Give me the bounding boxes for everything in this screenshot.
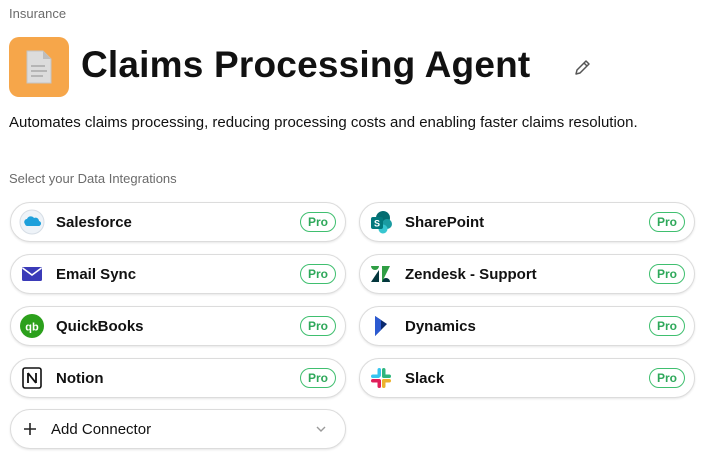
integration-label: Salesforce xyxy=(56,213,132,231)
pro-badge: Pro xyxy=(299,368,336,388)
pro-badge: Pro xyxy=(648,368,685,388)
category-label: Insurance xyxy=(9,6,67,21)
add-connector-label: Add Connector xyxy=(51,420,152,438)
email-icon xyxy=(19,261,45,287)
pro-badge: Pro xyxy=(648,212,685,232)
integration-label: Email Sync xyxy=(56,265,137,283)
integration-label: QuickBooks xyxy=(56,317,144,335)
integrations-section-label: Select your Data Integrations xyxy=(9,171,177,186)
zendesk-icon xyxy=(368,261,394,287)
integration-label: Slack xyxy=(405,369,445,387)
integration-label: Zendesk - Support xyxy=(405,265,537,283)
integration-quickbooks[interactable]: qb QuickBooks Pro xyxy=(10,306,346,346)
pro-badge: Pro xyxy=(299,264,336,284)
agent-description: Automates claims processing, reducing pr… xyxy=(9,114,638,131)
integration-dynamics[interactable]: Dynamics Pro xyxy=(359,306,695,346)
chevron-down-icon xyxy=(316,426,326,432)
svg-text:qb: qb xyxy=(25,322,39,334)
pro-badge: Pro xyxy=(648,316,685,336)
svg-text:S: S xyxy=(374,219,380,229)
integration-slack[interactable]: Slack Pro xyxy=(359,358,695,398)
integration-sharepoint[interactable]: S SharePoint Pro xyxy=(359,202,695,242)
pencil-icon[interactable] xyxy=(573,57,593,77)
pro-badge: Pro xyxy=(648,264,685,284)
notion-icon xyxy=(19,365,45,391)
slack-icon xyxy=(368,365,394,391)
integration-email-sync[interactable]: Email Sync Pro xyxy=(10,254,346,294)
salesforce-icon xyxy=(19,209,45,235)
integration-label: Dynamics xyxy=(405,317,476,335)
plus-icon xyxy=(24,423,36,435)
dynamics-icon xyxy=(368,313,394,339)
agent-document-icon xyxy=(9,37,69,97)
integration-notion[interactable]: Notion Pro xyxy=(10,358,346,398)
pro-badge: Pro xyxy=(299,316,336,336)
add-connector-dropdown[interactable]: Add Connector xyxy=(10,409,346,449)
integration-label: Notion xyxy=(56,369,104,387)
integration-zendesk[interactable]: Zendesk - Support Pro xyxy=(359,254,695,294)
quickbooks-icon: qb xyxy=(19,313,45,339)
page-title: Claims Processing Agent xyxy=(81,44,531,85)
pro-badge: Pro xyxy=(299,212,336,232)
sharepoint-icon: S xyxy=(368,209,394,235)
integration-salesforce[interactable]: Salesforce Pro xyxy=(10,202,346,242)
integration-label: SharePoint xyxy=(405,213,485,231)
